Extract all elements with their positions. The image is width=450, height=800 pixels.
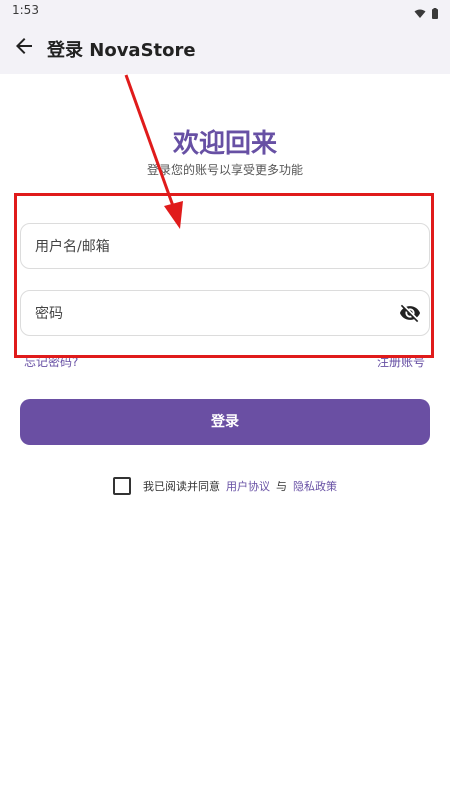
privacy-policy-link[interactable]: 隐私政策 [293, 478, 337, 494]
welcome-subtitle: 登录您的账号以享受更多功能 [146, 163, 303, 177]
wifi-icon [414, 4, 426, 23]
username-input[interactable] [33, 224, 377, 270]
password-input[interactable] [33, 291, 377, 337]
welcome-heading: 欢迎回来 [172, 129, 277, 159]
status-time: 1:53 [12, 3, 39, 17]
forgot-password-link[interactable]: 忘记密码? [24, 353, 78, 370]
visibility-off-icon [399, 304, 421, 323]
battery-icon [432, 4, 438, 23]
register-link[interactable]: 注册账号 [377, 353, 425, 370]
login-button[interactable]: 登录 [20, 399, 430, 445]
agreement-prefix: 我已阅读并同意 [143, 480, 220, 493]
agreement-row: 我已阅读并同意 用户协议 与 隐私政策 [0, 477, 450, 495]
user-agreement-link[interactable]: 用户协议 [226, 478, 270, 494]
agreement-conjunction: 与 [276, 480, 287, 493]
username-field[interactable] [20, 223, 430, 270]
app-bar: 登录 NovaStore [0, 22, 450, 74]
password-field[interactable] [20, 290, 430, 337]
toggle-password-visibility-button[interactable] [399, 302, 421, 324]
page-title: 登录 NovaStore [47, 40, 196, 61]
back-arrow-icon [16, 38, 32, 54]
system-icons [414, 4, 438, 23]
back-button[interactable] [12, 34, 36, 58]
agreement-checkbox[interactable] [113, 477, 131, 495]
status-bar: 1:53 [0, 0, 450, 22]
